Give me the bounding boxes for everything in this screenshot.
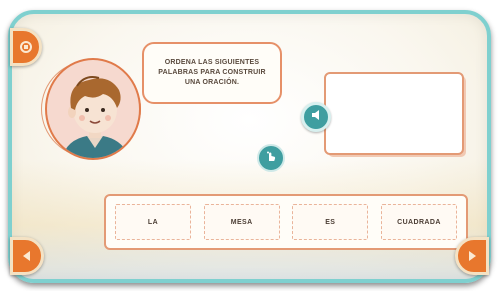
word-bank: LA MESA ES CUADRADA — [104, 194, 468, 250]
arrow-left-icon — [20, 249, 34, 263]
help-button[interactable] — [257, 144, 285, 172]
instruction-bubble: ORDENA LAS SIGUIENTES PALABRAS PARA CONS… — [142, 42, 282, 104]
home-icon — [19, 40, 33, 54]
word-tile[interactable]: MESA — [203, 204, 280, 240]
sentence-answer-area[interactable] — [324, 72, 464, 155]
previous-button[interactable] — [10, 237, 44, 275]
game-frame: ORDENA LAS SIGUIENTES PALABRAS PARA CONS… — [8, 10, 491, 283]
boy-character — [61, 76, 130, 158]
home-button[interactable] — [10, 28, 42, 66]
word-tile[interactable]: CUADRADA — [380, 204, 457, 240]
hand-pointer-icon — [264, 149, 278, 168]
character-portrait — [41, 58, 141, 160]
portrait-circle — [45, 58, 141, 160]
instruction-text: ORDENA LAS SIGUIENTES PALABRAS PARA CONS… — [158, 59, 266, 86]
word-tile[interactable]: LA — [115, 204, 191, 240]
word-tile[interactable]: ES — [292, 204, 369, 240]
speaker-icon — [309, 108, 323, 127]
next-button[interactable] — [455, 237, 489, 275]
audio-button[interactable] — [301, 102, 331, 132]
arrow-right-icon — [465, 249, 479, 263]
